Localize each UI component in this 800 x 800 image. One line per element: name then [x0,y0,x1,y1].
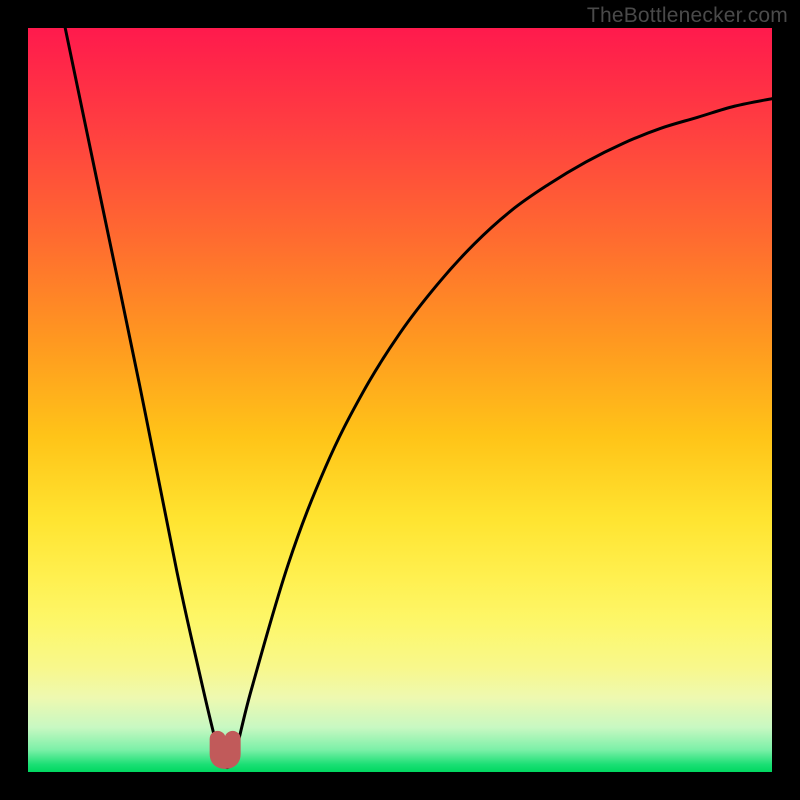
bottleneck-curve [65,28,772,768]
plot-area [28,28,772,772]
outer-frame: TheBottlenecker.com [0,0,800,800]
minimum-marker [218,739,233,761]
curve-layer [28,28,772,772]
watermark-text: TheBottlenecker.com [587,4,788,28]
